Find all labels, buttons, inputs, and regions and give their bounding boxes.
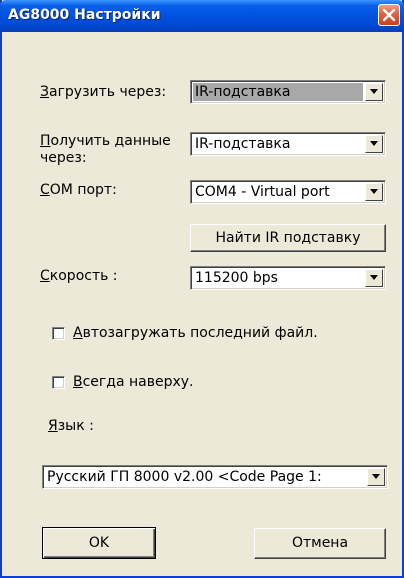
com-port-value: COM4 - Virtual port	[195, 184, 330, 200]
cancel-button[interactable]: Отмена	[254, 528, 386, 559]
load-via-dropdown-button[interactable]	[365, 83, 383, 101]
always-on-top-label[interactable]: Всегда наверху.	[73, 374, 194, 391]
receive-via-dropdown-button[interactable]	[365, 135, 383, 153]
autoload-checkbox[interactable]	[52, 327, 65, 340]
chevron-down-icon	[370, 89, 378, 94]
chevron-down-icon	[370, 189, 378, 194]
speed-dropdown-button[interactable]	[365, 269, 383, 287]
speed-value: 115200 bps	[195, 270, 278, 286]
speed-select[interactable]: 115200 bps	[190, 266, 386, 290]
com-port-label: COM порт:	[40, 182, 117, 198]
receive-via-label: Получить данные	[40, 133, 171, 149]
language-select[interactable]: Русский ГП 8000 v2.00 <Code Page 1:	[42, 465, 388, 489]
chevron-down-icon	[370, 141, 378, 146]
window-title: AG8000 Настройки	[8, 7, 161, 23]
load-via-label: Загрузить через:	[40, 84, 167, 100]
chevron-down-icon	[372, 474, 380, 479]
speed-label: Скорость :	[40, 268, 118, 284]
settings-dialog: AG8000 Настройки Загрузить через: IR-под…	[0, 0, 404, 578]
close-button[interactable]	[378, 4, 400, 26]
load-via-select[interactable]: IR-подставка	[190, 80, 386, 104]
language-value: Русский ГП 8000 v2.00 <Code Page 1:	[47, 469, 322, 485]
receive-via-label-line2: через:	[40, 150, 87, 166]
load-via-value: IR-подставка	[193, 83, 363, 101]
autoload-label[interactable]: Автозагружать последний файл.	[73, 325, 318, 342]
chevron-down-icon	[370, 275, 378, 280]
com-port-dropdown-button[interactable]	[365, 183, 383, 201]
receive-via-select[interactable]: IR-подставка	[190, 132, 386, 156]
title-bar[interactable]: AG8000 Настройки	[0, 0, 404, 32]
find-ir-stand-button[interactable]: Найти IR подставку	[190, 224, 386, 252]
language-dropdown-button[interactable]	[367, 468, 385, 486]
always-on-top-checkbox[interactable]	[52, 376, 65, 389]
language-label: Язык :	[48, 418, 94, 434]
close-icon	[382, 8, 396, 22]
ok-button[interactable]: OK	[42, 527, 156, 559]
com-port-select[interactable]: COM4 - Virtual port	[190, 180, 386, 204]
receive-via-value: IR-подставка	[195, 136, 291, 152]
